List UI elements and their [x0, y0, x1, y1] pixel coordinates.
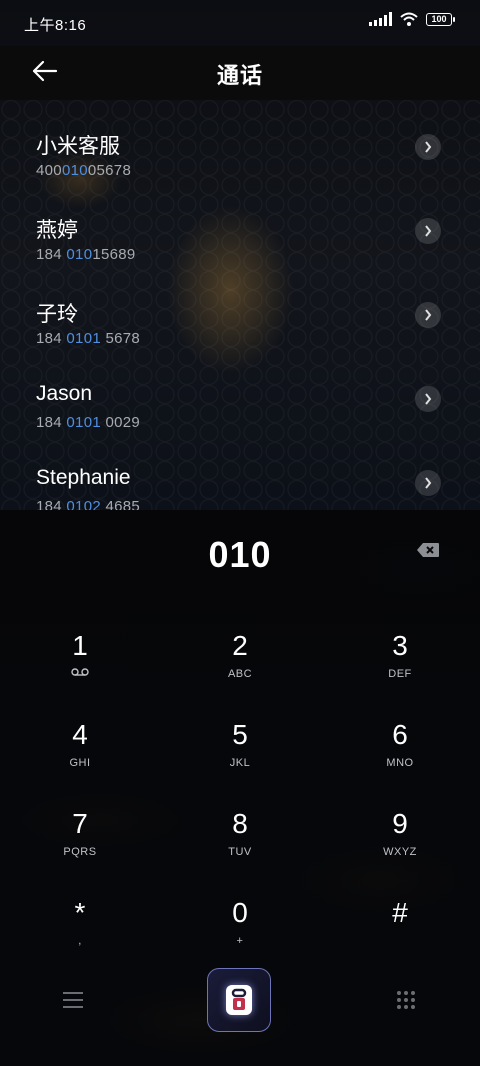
- backspace-icon: [417, 543, 439, 557]
- status-time: 上午8:16: [24, 17, 87, 34]
- contact-detail-button[interactable]: [415, 302, 441, 328]
- call-button[interactable]: [207, 968, 271, 1032]
- contact-number: 184 0101 0029: [36, 414, 141, 431]
- menu-button[interactable]: [63, 992, 83, 1008]
- key-9[interactable]: 9 WXYZ: [340, 808, 460, 888]
- chevron-right-icon: [425, 477, 432, 489]
- call-icon: [226, 985, 252, 1015]
- contact-detail-button[interactable]: [415, 134, 441, 160]
- key-0[interactable]: 0 +: [180, 897, 300, 977]
- contact-name: Stephanie: [36, 466, 131, 489]
- key-6[interactable]: 6 MNO: [340, 719, 460, 799]
- contact-number: 40001005678: [36, 162, 132, 179]
- contact-name: 小米客服: [36, 135, 120, 158]
- wifi-icon: [400, 12, 418, 26]
- contact-name: Jason: [36, 382, 93, 405]
- contact-number: 184 0102 4685: [36, 498, 141, 510]
- chevron-right-icon: [425, 141, 432, 153]
- contact-number: 184 01015689: [36, 246, 136, 263]
- status-bar: 上午8:16 100: [0, 0, 480, 46]
- dialpad-panel: 010 1 2 ABC 3 DEF 4 GHI 5 JKL 6 MNO 7 PQ…: [0, 510, 480, 1066]
- contact-detail-button[interactable]: [415, 218, 441, 244]
- contact-name: 子玲: [36, 303, 78, 326]
- chevron-right-icon: [425, 225, 432, 237]
- battery-icon: 100: [426, 12, 455, 26]
- key-2[interactable]: 2 ABC: [180, 630, 300, 710]
- voicemail-icon: [71, 668, 89, 676]
- signal-icon: [369, 12, 392, 26]
- contact-item[interactable]: 燕婷 184 01015689: [0, 214, 480, 298]
- key-3[interactable]: 3 DEF: [340, 630, 460, 710]
- header: 通话: [0, 46, 480, 100]
- contact-item[interactable]: 子玲 184 0101 5678: [0, 298, 480, 382]
- keypad-button[interactable]: [397, 991, 415, 1009]
- key-8[interactable]: 8 TUV: [180, 808, 300, 888]
- contact-list: 小米客服 40001005678 燕婷 184 01015689 子玲 184 …: [0, 100, 480, 510]
- contact-item[interactable]: Jason 184 0101 0029: [0, 382, 480, 466]
- battery-level: 100: [431, 13, 447, 24]
- dial-input[interactable]: 010: [0, 534, 480, 576]
- menu-icon: [63, 992, 83, 1008]
- contact-detail-button[interactable]: [415, 386, 441, 412]
- page-title: 通话: [216, 63, 263, 88]
- chevron-right-icon: [425, 393, 432, 405]
- key-4[interactable]: 4 GHI: [20, 719, 140, 799]
- contact-item[interactable]: 小米客服 40001005678: [0, 130, 480, 214]
- key-star[interactable]: * ,: [20, 897, 140, 977]
- backspace-button[interactable]: [416, 542, 440, 558]
- key-5[interactable]: 5 JKL: [180, 719, 300, 799]
- contact-detail-button[interactable]: [415, 470, 441, 496]
- key-1[interactable]: 1: [20, 630, 140, 710]
- key-hash[interactable]: #: [340, 897, 460, 977]
- chevron-right-icon: [425, 309, 432, 321]
- contact-number: 184 0101 5678: [36, 330, 141, 347]
- contact-name: 燕婷: [36, 219, 78, 242]
- key-7[interactable]: 7 PQRS: [20, 808, 140, 888]
- status-icons: 100: [369, 12, 455, 26]
- contact-item[interactable]: Stephanie 184 0102 4685: [0, 466, 480, 510]
